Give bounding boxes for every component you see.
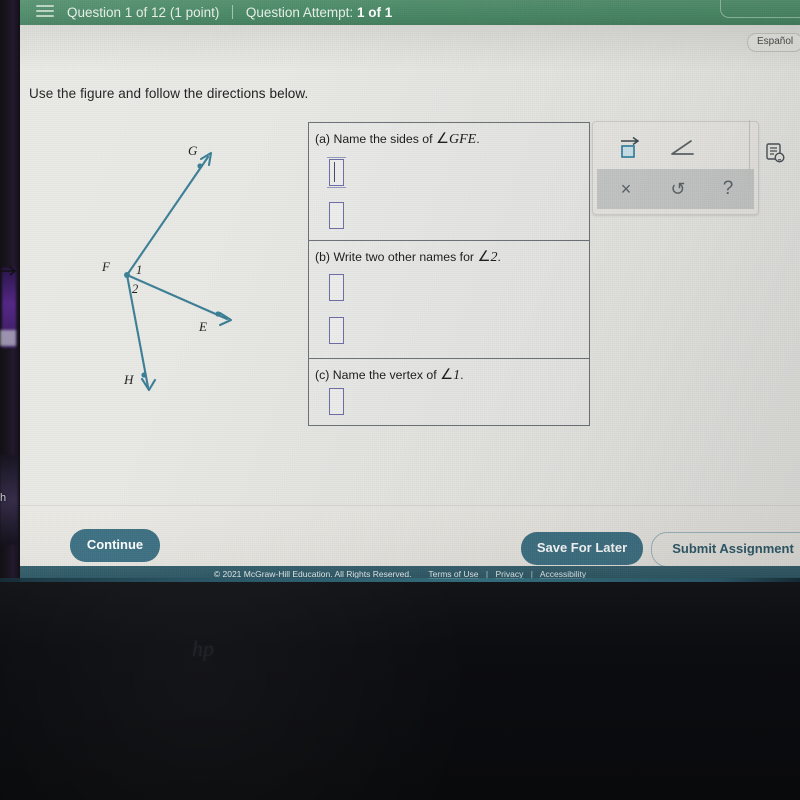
bezel-text-fragment: h [0,492,7,504]
figure-label-H: H [123,372,134,387]
figure-label-G: G [188,143,198,158]
answer-row-a: (a) Name the sides of ∠GFE. [309,123,589,241]
figure-label-angle-2: 2 [132,282,138,296]
continue-button[interactable]: Continue [70,529,160,562]
answer-a-input-2[interactable] [329,202,344,229]
ray-vector-icon [621,136,640,158]
answer-row-c: (c) Name the vertex of ∠1. [309,359,589,422]
math-palette: × ↺ ? [592,121,759,215]
submit-assignment-button[interactable]: Submit Assignment [651,532,800,567]
espanol-button[interactable]: Español [747,33,800,52]
palette-undo-button[interactable]: ↺ [655,171,701,207]
answer-label-a: (a) Name the sides of ∠GFE. [315,131,480,148]
answer-b-input-2[interactable] [329,317,344,344]
header-divider [232,5,234,19]
palette-help-button[interactable]: ? [707,171,749,207]
answer-label-c: (c) Name the vertex of ∠1. [315,367,464,384]
palette-clear-button[interactable]: × [603,171,649,207]
question-info: Question 1 of 12 (1 point) Question Atte… [67,3,392,23]
answer-label-a-period: . [476,132,480,146]
angle-symbol-icon: ∠ [435,131,449,147]
explanation-button[interactable] [765,142,785,164]
explanation-lightbulb-icon [766,143,785,163]
save-for-later-button[interactable]: Save For Later [521,532,643,565]
hp-brand-logo: hp [192,636,214,661]
laptop-bottom-bezel [0,582,800,800]
answer-label-c-period: . [460,368,464,382]
photo-of-screen: h Question 1 of 12 (1 point) Question At… [0,0,800,800]
angle-symbol-icon: ∠ [440,367,454,383]
top-bar: Question 1 of 12 (1 point) Question Atte… [20,0,800,25]
browser-screen: Question 1 of 12 (1 point) Question Atte… [20,0,800,582]
question-prompt: Use the figure and follow the directions… [29,86,309,101]
palette-ray-button[interactable] [607,128,653,166]
answer-a-input-1[interactable] [327,157,346,188]
question-counter: Question 1 of 12 (1 point) [67,5,220,20]
mouse-cursor-icon [0,266,17,276]
figure-label-F: F [101,259,111,274]
angle-icon [671,140,694,155]
answer-label-c-text: (c) Name the vertex of [315,368,437,382]
answer-row-b: (b) Write two other names for ∠2. [309,241,589,359]
attempt-value: 1 of 1 [356,5,393,20]
figure-label-E: E [198,319,207,334]
answer-label-a-math: GFE [448,132,477,147]
answer-table: (a) Name the sides of ∠GFE. (b) Write tw… [308,122,590,426]
answer-label-b-period: . [497,250,501,264]
figure-label-angle-1: 1 [136,263,142,277]
geometry-figure: F G E H 1 2 [101,143,233,392]
answer-label-b: (b) Write two other names for ∠2. [315,249,501,266]
answer-b-input-1[interactable] [329,274,344,301]
hamburger-menu-icon[interactable] [36,5,54,19]
sub-bar [20,25,800,70]
answer-label-b-text: (b) Write two other names for [315,250,475,264]
answer-label-a-text: (a) Name the sides of [315,132,433,146]
bezel-glow-white [0,330,16,346]
answer-c-input-1[interactable] [329,388,344,415]
attempt-label: Question Attempt: [245,5,354,20]
palette-angle-button[interactable] [659,128,705,166]
top-right-button-outline[interactable] [720,0,800,18]
panel-divider [749,120,750,186]
angle-symbol-icon: ∠ [477,249,491,265]
